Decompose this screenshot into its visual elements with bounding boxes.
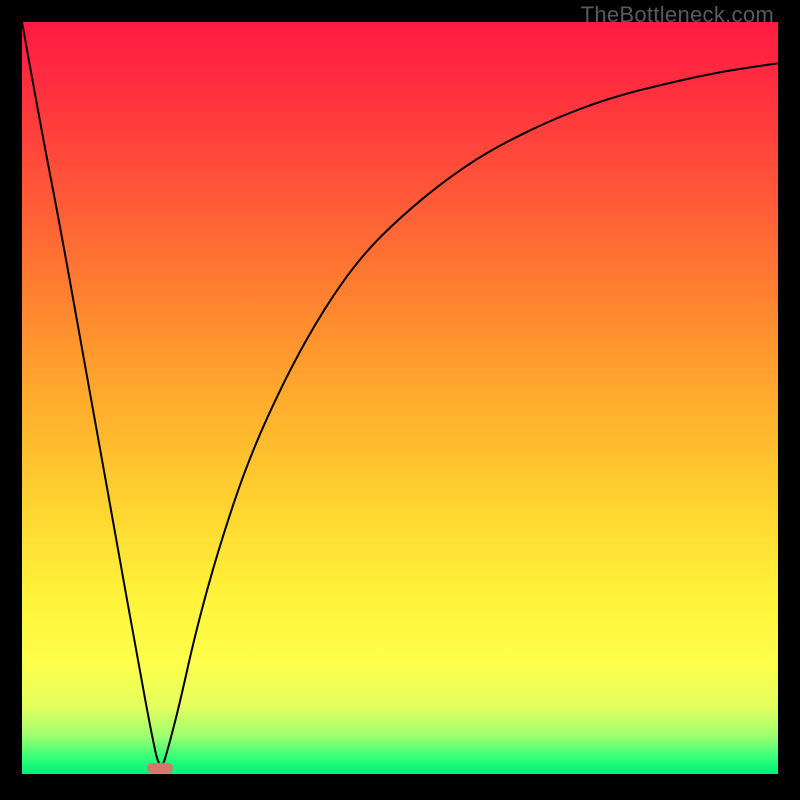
watermark-text: TheBottleneck.com — [581, 2, 774, 28]
optimum-marker — [147, 763, 173, 773]
chart-frame: TheBottleneck.com — [0, 0, 800, 800]
plot-area — [22, 22, 778, 774]
bottleneck-curve — [22, 22, 778, 774]
